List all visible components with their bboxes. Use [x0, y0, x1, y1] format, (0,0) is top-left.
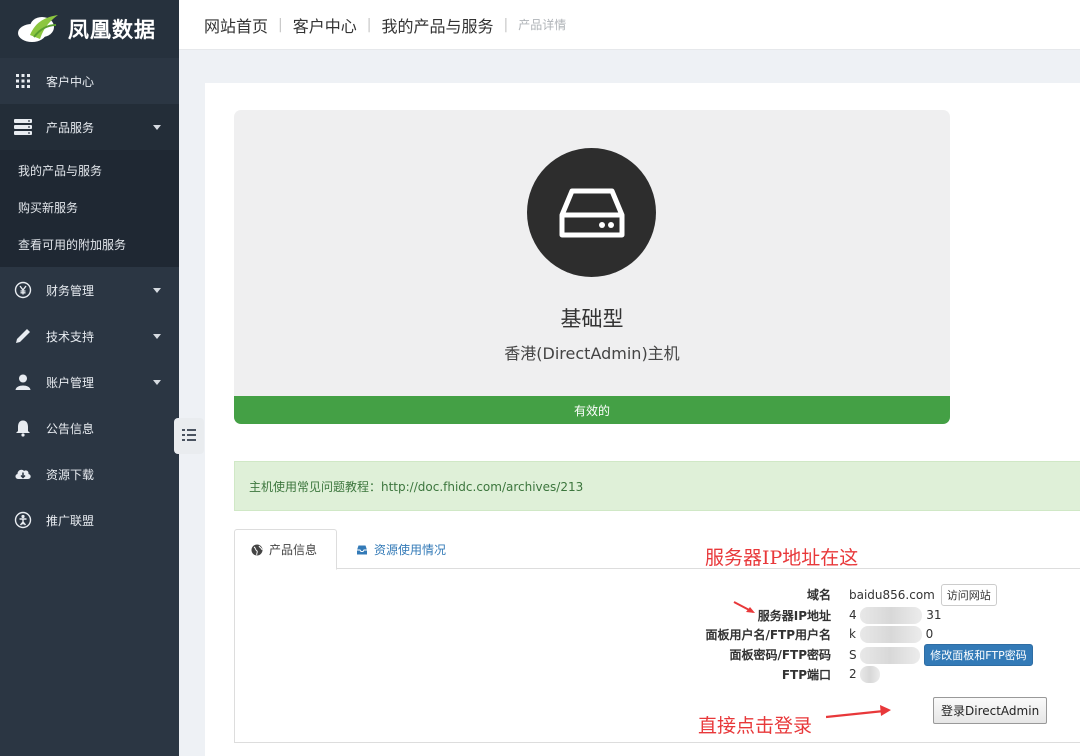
annotation-arrow-icon: [826, 705, 891, 719]
domain-value: baidu856.com: [849, 587, 935, 602]
redacted-ftp-port: [860, 666, 881, 683]
products-submenu: 我的产品与服务 购买新服务 查看可用的附加服务: [0, 150, 179, 267]
ftp-port-value-wrap: 2: [849, 666, 881, 683]
password-value-wrap: S 修改面板和FTP密码: [849, 643, 1033, 666]
redacted-username: [859, 626, 922, 643]
chevron-down-icon: [153, 288, 161, 293]
ip-value-wrap: 4 31: [849, 607, 942, 624]
product-info-panel: 域名 baidu856.com 访问网站 服务器IP地址 4 31 面板用户名/…: [234, 569, 1080, 743]
annotation-arrow-icon: [733, 601, 755, 613]
sidebar-item-label: 资源下载: [46, 467, 95, 482]
annotation-login-note: 直接点击登录: [698, 715, 813, 737]
breadcrumb-link-client-center[interactable]: 客户中心: [293, 13, 357, 37]
sidebar-item-label: 账户管理: [46, 375, 95, 390]
breadcrumb-separator: |: [503, 16, 509, 33]
username-label: 面板用户名/FTP用户名: [705, 628, 831, 642]
sidebar: 凤凰数据 客户中心 产品服务 我的产品与服务 购买新服务 查看可用的附加服务 财…: [0, 0, 179, 756]
redacted-password: [860, 646, 921, 664]
tab-label: 产品信息: [269, 543, 318, 557]
pencil-icon: [14, 327, 32, 345]
submenu-item-my-products[interactable]: 我的产品与服务: [0, 152, 179, 189]
username-value-suffix: 0: [925, 627, 934, 641]
sidebar-item-finance[interactable]: 财务管理: [0, 267, 179, 313]
breadcrumb-separator: |: [278, 16, 283, 33]
login-directadmin-button[interactable]: 登录DirectAdmin: [933, 697, 1048, 724]
username-value-prefix: k: [849, 627, 856, 641]
ftp-port-label: FTP端口: [781, 668, 831, 682]
sidebar-item-announcements[interactable]: 公告信息: [0, 405, 179, 451]
product-card: 基础型 香港(DirectAdmin)主机 有效的: [234, 110, 950, 424]
tab-bar: 产品信息 资源使用情况: [234, 529, 1080, 570]
password-value-prefix: S: [849, 647, 857, 662]
breadcrumb-current: 产品详情: [518, 18, 567, 32]
breadcrumb-link-my-products[interactable]: 我的产品与服务: [381, 13, 493, 37]
annotation-ip-note: 服务器IP地址在这: [705, 547, 859, 569]
product-name: 基础型: [560, 307, 624, 331]
sidebar-item-support[interactable]: 技术支持: [0, 313, 179, 359]
sidebar-item-label: 客户中心: [46, 74, 95, 89]
main-content: 基础型 香港(DirectAdmin)主机 有效的 主机使用常见问题教程：htt…: [205, 83, 1080, 756]
tab-product-info[interactable]: 产品信息: [234, 529, 337, 570]
grid-icon: [14, 72, 32, 90]
breadcrumb-separator: |: [366, 16, 372, 33]
server-icon: [14, 118, 32, 136]
ip-value-prefix: 4: [849, 608, 857, 622]
breadcrumb-link-home[interactable]: 网站首页: [204, 13, 268, 37]
submenu-item-buy-new[interactable]: 购买新服务: [0, 189, 179, 226]
sidebar-item-affiliate[interactable]: 推广联盟: [0, 497, 179, 543]
domain-value-wrap: baidu856.com 访问网站: [849, 583, 997, 606]
change-password-button[interactable]: 修改面板和FTP密码: [924, 643, 1033, 666]
tab-resource-usage[interactable]: 资源使用情况: [356, 529, 446, 570]
sidebar-toggle-button[interactable]: [174, 418, 204, 454]
cloud-download-icon: [14, 465, 32, 483]
sidebar-item-client-center[interactable]: 客户中心: [0, 58, 179, 104]
phoenix-cloud-logo-icon: [14, 11, 66, 47]
sidebar-item-label: 推广联盟: [46, 513, 95, 528]
submenu-item-addons[interactable]: 查看可用的附加服务: [0, 226, 179, 263]
product-group: 香港(DirectAdmin)主机: [504, 344, 680, 363]
password-label: 面板密码/FTP密码: [729, 648, 831, 662]
chevron-down-icon: [153, 125, 161, 130]
chevron-down-icon: [153, 380, 161, 385]
brand-logo[interactable]: 凤凰数据: [0, 0, 179, 58]
ip-value-suffix: 31: [926, 608, 942, 622]
handshake-icon: [14, 511, 32, 529]
brand-name: 凤凰数据: [68, 18, 156, 42]
sidebar-item-label: 产品服务: [46, 120, 95, 135]
breadcrumb: 网站首页 | 客户中心 | 我的产品与服务 | 产品详情: [179, 0, 1080, 50]
sidebar-item-label: 技术支持: [46, 329, 95, 344]
redacted-ip: [860, 607, 923, 624]
sidebar-item-account[interactable]: 账户管理: [0, 359, 179, 405]
inbox-icon: [356, 544, 368, 556]
list-indent-icon: [182, 427, 196, 446]
sidebar-item-downloads[interactable]: 资源下载: [0, 451, 179, 497]
globe-icon: [251, 544, 263, 556]
user-icon: [14, 373, 32, 391]
help-alert: 主机使用常见问题教程：http://doc.fhidc.com/archives…: [234, 461, 1080, 511]
username-value-wrap: k 0: [849, 626, 933, 643]
chevron-down-icon: [153, 334, 161, 339]
sidebar-item-products[interactable]: 产品服务: [0, 104, 179, 150]
bell-icon: [14, 419, 32, 437]
yen-icon: [14, 281, 32, 299]
sidebar-item-label: 财务管理: [46, 283, 95, 298]
hard-drive-icon: [527, 148, 656, 277]
ftp-port-value-prefix: 2: [849, 667, 857, 681]
tab-label: 资源使用情况: [374, 543, 447, 557]
visit-site-button[interactable]: 访问网站: [940, 583, 997, 606]
status-badge: 有效的: [234, 396, 950, 424]
sidebar-item-label: 公告信息: [46, 421, 95, 436]
